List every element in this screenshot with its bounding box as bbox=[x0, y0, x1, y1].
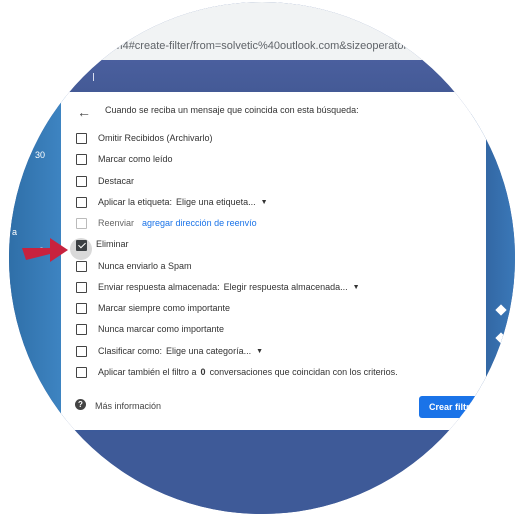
never-spam-checkbox[interactable] bbox=[76, 260, 87, 272]
send-template-checkbox[interactable] bbox=[76, 281, 87, 293]
url-text[interactable]: gtkunlfm4#create-filter/from=solvetic%40… bbox=[81, 40, 433, 52]
forward-checkbox[interactable] bbox=[76, 217, 87, 229]
send-template-label: Enviar respuesta almacenada: bbox=[98, 282, 220, 292]
label-select-caret-icon[interactable]: ▼ bbox=[261, 199, 268, 206]
never-important-label: Nunca marcar como importante bbox=[98, 324, 225, 334]
option-star[interactable]: Destacar bbox=[76, 172, 134, 190]
browser-address-bar[interactable]: gtkunlfm4#create-filter/from=solvetic%40… bbox=[9, 2, 515, 61]
apply-existing-prefix: Aplicar también el filtro a bbox=[98, 367, 197, 377]
star-label: Destacar bbox=[98, 176, 135, 186]
delete-checkbox[interactable] bbox=[76, 239, 87, 251]
option-skip-inbox[interactable]: Omitir Recibidos (Archivarlo) bbox=[76, 129, 213, 147]
right-diamond-icon bbox=[495, 332, 507, 344]
magnifier-circle: gtkunlfm4#create-filter/from=solvetic%40… bbox=[9, 2, 515, 514]
option-apply-existing[interactable]: Aplicar también el filtro a 0 conversaci… bbox=[76, 363, 398, 381]
option-always-important[interactable]: Marcar siempre como importante bbox=[76, 299, 230, 317]
sidebar-label-a: a bbox=[12, 227, 18, 237]
screenshot-stage: gtkunlfm4#create-filter/from=solvetic%40… bbox=[0, 0, 520, 520]
categorize-checkbox[interactable] bbox=[76, 345, 87, 357]
apply-existing-checkbox[interactable] bbox=[76, 366, 87, 378]
background-blue-area bbox=[9, 432, 515, 514]
option-forward[interactable]: Reenviar agregar dirección de reenvío bbox=[76, 214, 257, 232]
option-categorize[interactable]: Clasificar como: Elige una categoría... … bbox=[76, 342, 263, 360]
back-arrow-icon[interactable]: ← bbox=[77, 104, 91, 120]
apply-label-label: Aplicar la etiqueta: bbox=[98, 197, 173, 207]
never-important-checkbox[interactable] bbox=[76, 323, 87, 335]
more-info-link[interactable]: Más información bbox=[95, 401, 161, 411]
template-select[interactable]: Elegir respuesta almacenada... bbox=[224, 282, 348, 292]
option-mark-read[interactable]: Marcar como leído bbox=[76, 150, 173, 168]
label-select[interactable]: Elige una etiqueta... bbox=[176, 197, 256, 207]
header-divider bbox=[93, 73, 94, 81]
create-filter-button[interactable]: Crear filtro bbox=[419, 396, 491, 418]
skip-inbox-checkbox[interactable] bbox=[76, 132, 87, 144]
never-spam-label: Nunca enviarlo a Spam bbox=[98, 261, 192, 271]
apply-existing-suffix: conversaciones que coincidan con los cri… bbox=[209, 367, 398, 377]
option-never-important[interactable]: Nunca marcar como importante bbox=[76, 320, 224, 338]
option-apply-label[interactable]: Aplicar la etiqueta: Elige una etiqueta.… bbox=[76, 193, 268, 211]
skip-inbox-label: Omitir Recibidos (Archivarlo) bbox=[98, 133, 213, 143]
mark-read-label: Marcar como leído bbox=[98, 154, 173, 164]
category-select[interactable]: Elige una categoría... bbox=[166, 346, 251, 356]
filter-header: Cuando se reciba un mensaje que coincida… bbox=[105, 105, 359, 115]
sidebar-count-30: 30 bbox=[35, 150, 46, 160]
categorize-label: Clasificar como: bbox=[98, 346, 163, 356]
create-filter-panel: ← Cuando se reciba un mensaje que coinci… bbox=[61, 92, 491, 430]
add-forwarding-address-link[interactable]: agregar dirección de reenvío bbox=[142, 218, 257, 228]
always-important-label: Marcar siempre como importante bbox=[98, 303, 231, 313]
mark-read-checkbox[interactable] bbox=[76, 153, 87, 165]
apply-label-checkbox[interactable] bbox=[76, 196, 87, 208]
help-icon[interactable]: ? bbox=[75, 399, 86, 410]
apply-existing-count: 0 bbox=[200, 367, 206, 377]
always-important-checkbox[interactable] bbox=[76, 302, 87, 314]
category-select-caret-icon[interactable]: ▼ bbox=[256, 348, 263, 355]
star-checkbox[interactable] bbox=[76, 175, 87, 187]
template-select-caret-icon[interactable]: ▼ bbox=[353, 284, 360, 291]
gmail-header-bar bbox=[9, 60, 515, 92]
forward-label: Reenviar bbox=[98, 218, 135, 228]
option-send-template[interactable]: Enviar respuesta almacenada: Elegir resp… bbox=[76, 278, 360, 296]
delete-label: Eliminar bbox=[96, 239, 129, 249]
option-never-spam[interactable]: Nunca enviarlo a Spam bbox=[76, 257, 192, 275]
right-diamond-icon bbox=[495, 304, 507, 316]
option-delete[interactable]: Eliminar bbox=[70, 235, 129, 260]
annotation-arrow-icon bbox=[22, 238, 68, 262]
